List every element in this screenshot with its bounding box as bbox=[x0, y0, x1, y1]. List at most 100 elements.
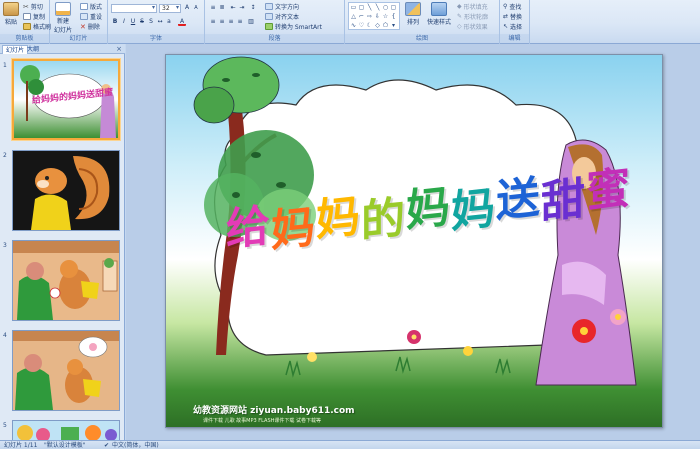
decrease-indent-icon[interactable]: ⇤ bbox=[229, 4, 237, 12]
delete-icon: ✕ bbox=[80, 22, 86, 31]
justify-icon[interactable]: ≡ bbox=[236, 18, 244, 26]
status-bar: 幻灯片 1/11 "默认设计模板" ✔ 中文(简体，中国) bbox=[0, 440, 700, 449]
layout-button[interactable]: 版式 bbox=[80, 2, 102, 11]
slide-number: 5 bbox=[3, 422, 7, 429]
cursor-icon: ↖ bbox=[503, 23, 509, 30]
change-case-icon[interactable]: a bbox=[165, 18, 173, 26]
arrow2-shape-icon[interactable]: ⇩ bbox=[374, 13, 381, 20]
convert-smartart-button[interactable]: 转换为 SmartArt bbox=[265, 22, 322, 31]
shape-effects-button[interactable]: ◇ 形状效果 bbox=[457, 22, 488, 31]
textbox-shape-icon[interactable]: ▭ bbox=[350, 4, 357, 11]
moon-shape-icon[interactable]: ☾ bbox=[366, 22, 373, 29]
effects-icon: ◇ bbox=[457, 23, 462, 30]
replace-button[interactable]: ⇄ 替换 bbox=[503, 12, 522, 21]
tab-outline[interactable]: 大纲 bbox=[24, 45, 42, 54]
slide-title-char: 妈 bbox=[316, 190, 361, 247]
increase-indent-icon[interactable]: ⇥ bbox=[238, 4, 246, 12]
slide-thumb-5-art bbox=[13, 421, 119, 440]
drawing-group: ▭ ▢ ╲ ╲ ○ ▢ △ ⌐ ⇨ ⇩ ☆ { ∿ ♡ ☾ ◇ ⬠ ▾ 排列 快… bbox=[345, 0, 500, 44]
paragraph-group-label: 段落 bbox=[205, 34, 344, 43]
binoculars-icon: ⚲ bbox=[503, 3, 508, 10]
font-group: 32 A A B I U S S ↔ a A 字体 bbox=[108, 0, 205, 44]
slide-number: 2 bbox=[3, 152, 7, 159]
clipboard-group-label: 剪贴板 bbox=[0, 34, 49, 43]
line-spacing-icon[interactable]: ↕ bbox=[249, 4, 257, 12]
slide-thumb-2-art bbox=[13, 151, 119, 230]
slide-thumb-4[interactable] bbox=[12, 330, 120, 411]
shape-fill-button[interactable]: ◆ 形状填充 bbox=[457, 2, 488, 11]
slide-title-char: 的 bbox=[361, 192, 406, 248]
strikethrough-icon[interactable]: S bbox=[138, 18, 146, 26]
brace-shape-icon[interactable]: { bbox=[390, 13, 397, 20]
slide-title-char: 妈 bbox=[271, 201, 316, 258]
smartart-icon bbox=[265, 23, 273, 30]
paste-button[interactable]: 粘贴 bbox=[3, 2, 19, 26]
spacing-icon[interactable]: ↔ bbox=[156, 18, 164, 26]
slide-thumb-5[interactable] bbox=[12, 420, 120, 440]
format-painter-button[interactable]: 格式刷 bbox=[23, 22, 51, 31]
font-group-label: 字体 bbox=[108, 34, 204, 43]
numbering-icon[interactable]: ≣ bbox=[218, 4, 226, 12]
paint-bucket-icon: ◆ bbox=[457, 3, 462, 10]
curve-shape-icon[interactable]: ∿ bbox=[350, 22, 357, 29]
pentagon-shape-icon[interactable]: ⬠ bbox=[382, 22, 389, 29]
more-shapes-icon[interactable]: ▾ bbox=[390, 22, 397, 29]
font-color-icon[interactable]: A bbox=[178, 18, 186, 26]
align-left-icon[interactable]: ≡ bbox=[209, 18, 217, 26]
heart-shape-icon[interactable]: ♡ bbox=[358, 22, 365, 29]
copy-button[interactable]: 复制 bbox=[23, 12, 45, 21]
theme-name: "默认设计模板" bbox=[44, 442, 86, 449]
slide-thumb-2[interactable] bbox=[12, 150, 120, 231]
spell-check-icon[interactable]: ✔ bbox=[104, 441, 109, 449]
cut-button[interactable]: ✂ 剪切 bbox=[23, 2, 43, 12]
shrink-font-icon[interactable]: A bbox=[192, 4, 200, 12]
line2-shape-icon[interactable]: ╲ bbox=[374, 4, 381, 11]
bullets-icon[interactable]: ≡ bbox=[209, 4, 217, 12]
slides-panel: 幻灯片 大纲 × 1 给妈妈的妈妈送甜蜜 2 3 4 5 bbox=[0, 44, 125, 440]
delete-slide-button[interactable]: ✕ 删除 bbox=[80, 22, 100, 32]
line-shape-icon[interactable]: ╲ bbox=[366, 4, 373, 11]
align-text-button[interactable]: 对齐文本 bbox=[265, 12, 299, 21]
align-right-icon[interactable]: ≡ bbox=[227, 18, 235, 26]
find-button[interactable]: ⚲ 查找 bbox=[503, 2, 521, 11]
footer-site: 幼教资源网站 ziyuan.baby611.com bbox=[193, 406, 355, 416]
align-center-icon[interactable]: ≡ bbox=[218, 18, 226, 26]
reset-button[interactable]: 重设 bbox=[80, 12, 102, 21]
roundrect-shape-icon[interactable]: ▢ bbox=[390, 4, 397, 11]
callout-shape-icon[interactable]: ◇ bbox=[374, 22, 381, 29]
arrow-shape-icon[interactable]: ⇨ bbox=[366, 13, 373, 20]
underline-icon[interactable]: U bbox=[129, 18, 137, 26]
select-button[interactable]: ↖ 选择 bbox=[503, 22, 522, 31]
text-direction-button[interactable]: 文字方向 bbox=[265, 2, 299, 11]
ribbon: 粘贴 ✂ 剪切 复制 格式刷 剪贴板 新建 幻灯片 版式 重设 ✕ 删除 幻灯片… bbox=[0, 0, 700, 44]
font-size-combo[interactable]: 32 bbox=[159, 4, 181, 13]
close-icon[interactable]: × bbox=[116, 44, 122, 54]
bold-icon[interactable]: B bbox=[111, 18, 119, 26]
shadow-icon[interactable]: S bbox=[147, 18, 155, 26]
slide-title-char: 蜜 bbox=[586, 162, 631, 219]
bracket-shape-icon[interactable]: ⌐ bbox=[358, 13, 365, 20]
oval-shape-icon[interactable]: ○ bbox=[382, 4, 389, 11]
slide-title-char: 给 bbox=[226, 200, 271, 256]
new-slide-button[interactable]: 新建 幻灯片 bbox=[54, 2, 72, 34]
layout-icon bbox=[80, 3, 88, 10]
shapes-gallery[interactable]: ▭ ▢ ╲ ╲ ○ ▢ △ ⌐ ⇨ ⇩ ☆ { ∿ ♡ ☾ ◇ ⬠ ▾ bbox=[348, 2, 400, 30]
slide-counter: 幻灯片 1/11 bbox=[4, 442, 38, 449]
rect-shape-icon[interactable]: ▢ bbox=[358, 4, 365, 11]
star-shape-icon[interactable]: ☆ bbox=[382, 13, 389, 20]
triangle-shape-icon[interactable]: △ bbox=[350, 13, 357, 20]
slide-thumb-1[interactable]: 给妈妈的妈妈送甜蜜 bbox=[12, 59, 120, 140]
columns-icon[interactable]: ▥ bbox=[247, 18, 255, 26]
italic-icon[interactable]: I bbox=[120, 18, 128, 26]
grow-font-icon[interactable]: A bbox=[183, 4, 191, 12]
current-slide[interactable]: 给妈妈的妈妈送甜蜜 幼教资源网站 ziyuan.baby611.com 课件下载… bbox=[165, 54, 663, 428]
slide-title-char: 甜 bbox=[541, 173, 586, 229]
slide-thumb-3[interactable] bbox=[12, 240, 120, 321]
align-text-icon bbox=[265, 13, 273, 20]
quick-styles-button[interactable]: 快速样式 bbox=[427, 2, 451, 26]
arrange-button[interactable]: 排列 bbox=[405, 2, 421, 26]
quick-styles-icon bbox=[431, 2, 447, 16]
pen-icon: ✎ bbox=[457, 13, 463, 20]
font-name-combo[interactable] bbox=[111, 4, 157, 13]
shape-outline-button[interactable]: ✎ 形状轮廓 bbox=[457, 12, 488, 21]
